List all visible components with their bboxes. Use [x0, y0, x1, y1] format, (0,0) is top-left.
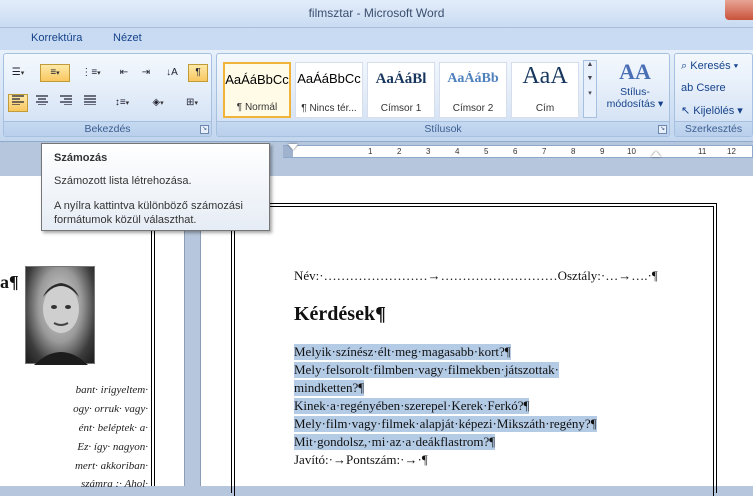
align-center-icon: [36, 95, 48, 106]
question-2-cont[interactable]: mindketten?¶: [294, 380, 365, 396]
style-no-spacing[interactable]: AaÁáBbCc ¶ Nincs tér...: [295, 62, 363, 118]
title-bar: filmsztar - Microsoft Word: [0, 0, 753, 28]
replace-icon: ab: [681, 82, 694, 94]
show-formatting-button[interactable]: ¶: [188, 64, 208, 82]
editing-group: ⌕ Keresés ▾ ab Csere ↖ Kijelölés ▾ Szerk…: [674, 53, 753, 137]
portrait-face-icon: [34, 283, 88, 365]
ruler-strip[interactable]: 1 2 3 4 5 6 7 8 9 10 11 12: [283, 145, 753, 158]
right-indent-marker[interactable]: [651, 151, 661, 157]
justify-icon: [84, 95, 96, 106]
select-button[interactable]: ↖ Kijelölés ▾: [681, 104, 743, 117]
find-button[interactable]: ⌕ Keresés ▾: [681, 60, 738, 73]
tab-nezet[interactable]: Nézet: [113, 32, 142, 44]
line-spacing-button[interactable]: ↕≡▾: [108, 94, 136, 112]
bullets-button[interactable]: ☰▾: [8, 64, 28, 82]
grader-line[interactable]: Javító:·→Pontszám:·→·¶: [294, 452, 428, 468]
cursor-icon: ↖: [681, 105, 691, 117]
window-close-button[interactable]: [725, 0, 753, 20]
align-left-button[interactable]: [8, 94, 28, 112]
increase-indent-button[interactable]: ⇥: [136, 64, 156, 82]
shading-button[interactable]: ◈▾: [144, 94, 172, 112]
style-heading-1[interactable]: AaÁáBl Címsor 1: [367, 62, 435, 118]
tooltip-description: Számozott lista létrehozása.: [54, 175, 192, 187]
question-5[interactable]: Mit·gondolsz,·mi·az·a·deákflastrom?¶: [294, 434, 496, 450]
actor-portrait-image: [25, 266, 95, 365]
paragraph-dialog-launcher[interactable]: ↘: [200, 125, 209, 134]
borders-button[interactable]: ⊞▾: [178, 94, 206, 112]
style-title[interactable]: AaA Cím: [511, 62, 579, 118]
window-title: filmsztar - Microsoft Word: [308, 6, 445, 20]
styles-scroll[interactable]: ▲ ▼ ▾: [583, 60, 597, 118]
tab-korrektura[interactable]: Korrektúra: [31, 32, 82, 44]
sort-button[interactable]: ↓A: [162, 64, 182, 82]
styles-group-label: Stílusok: [217, 121, 669, 136]
ribbon: ☰▾ ≡▾ ⋮≡▾ ⇤ ⇥ ↓A ¶ ↕≡▾ ◈▾ ⊞▾ Bekezdés ↘ …: [0, 50, 753, 142]
first-line-indent-marker[interactable]: [288, 144, 298, 150]
replace-button[interactable]: ab Csere: [681, 82, 726, 94]
style-heading-2[interactable]: AaÁáBb Címsor 2: [439, 62, 507, 118]
editing-group-label: Szerkesztés: [675, 121, 752, 136]
styles-group: AaÁáBbCc ¶ Normál AaÁáBbCc ¶ Nincs tér..…: [216, 53, 670, 137]
question-2[interactable]: Mely·felsorolt·filmben·vagy·filmekben·já…: [294, 362, 559, 378]
paragraph-group-label: Bekezdés: [4, 121, 211, 136]
decrease-indent-button[interactable]: ⇤: [114, 64, 134, 82]
tooltip-hint-line-2: formátumok közül választhat.: [54, 214, 197, 226]
question-4[interactable]: Mely·film·vagy·filmek·alapját·képezi·Mik…: [294, 416, 597, 432]
align-left-icon: [12, 95, 24, 106]
right-page: Név:·……………………→………………………Osztály:·…→….·¶ K…: [200, 176, 753, 496]
center-button[interactable]: [32, 94, 52, 112]
question-1[interactable]: Melyik·színész·élt·meg·magasabb·kort?¶: [294, 344, 511, 360]
change-styles-icon: AA: [619, 59, 651, 84]
multilevel-list-button[interactable]: ⋮≡▾: [76, 64, 106, 82]
name-line[interactable]: Név:·……………………→………………………Osztály:·…→….·¶: [294, 268, 658, 284]
ribbon-tab-row: Korrektúra Nézet: [0, 28, 753, 50]
numbering-button[interactable]: ≡▾: [40, 64, 70, 82]
change-styles-button[interactable]: AA Stílus- módosítás ▾: [605, 58, 665, 120]
paragraph-group: ☰▾ ≡▾ ⋮≡▾ ⇤ ⇥ ↓A ¶ ↕≡▾ ◈▾ ⊞▾ Bekezdés ↘: [3, 53, 212, 137]
align-right-button[interactable]: [56, 94, 76, 112]
align-right-icon: [60, 95, 72, 106]
tooltip-hint-line-1: A nyílra kattintva különböző számozási: [54, 200, 243, 212]
binoculars-icon: ⌕: [681, 60, 688, 72]
tooltip-title: Számozás: [54, 152, 108, 164]
justify-button[interactable]: [80, 94, 100, 112]
questions-heading[interactable]: Kérdések¶: [294, 303, 386, 326]
left-heading-fragment: a¶: [0, 272, 19, 292]
style-normal[interactable]: AaÁáBbCc ¶ Normál: [223, 62, 291, 118]
styles-dialog-launcher[interactable]: ↘: [658, 125, 667, 134]
question-3[interactable]: Kinek·a·regényében·szerepel·Kerek·Ferkó?…: [294, 398, 530, 414]
numbering-tooltip: Számozás Számozott lista létrehozása. A …: [41, 143, 270, 231]
